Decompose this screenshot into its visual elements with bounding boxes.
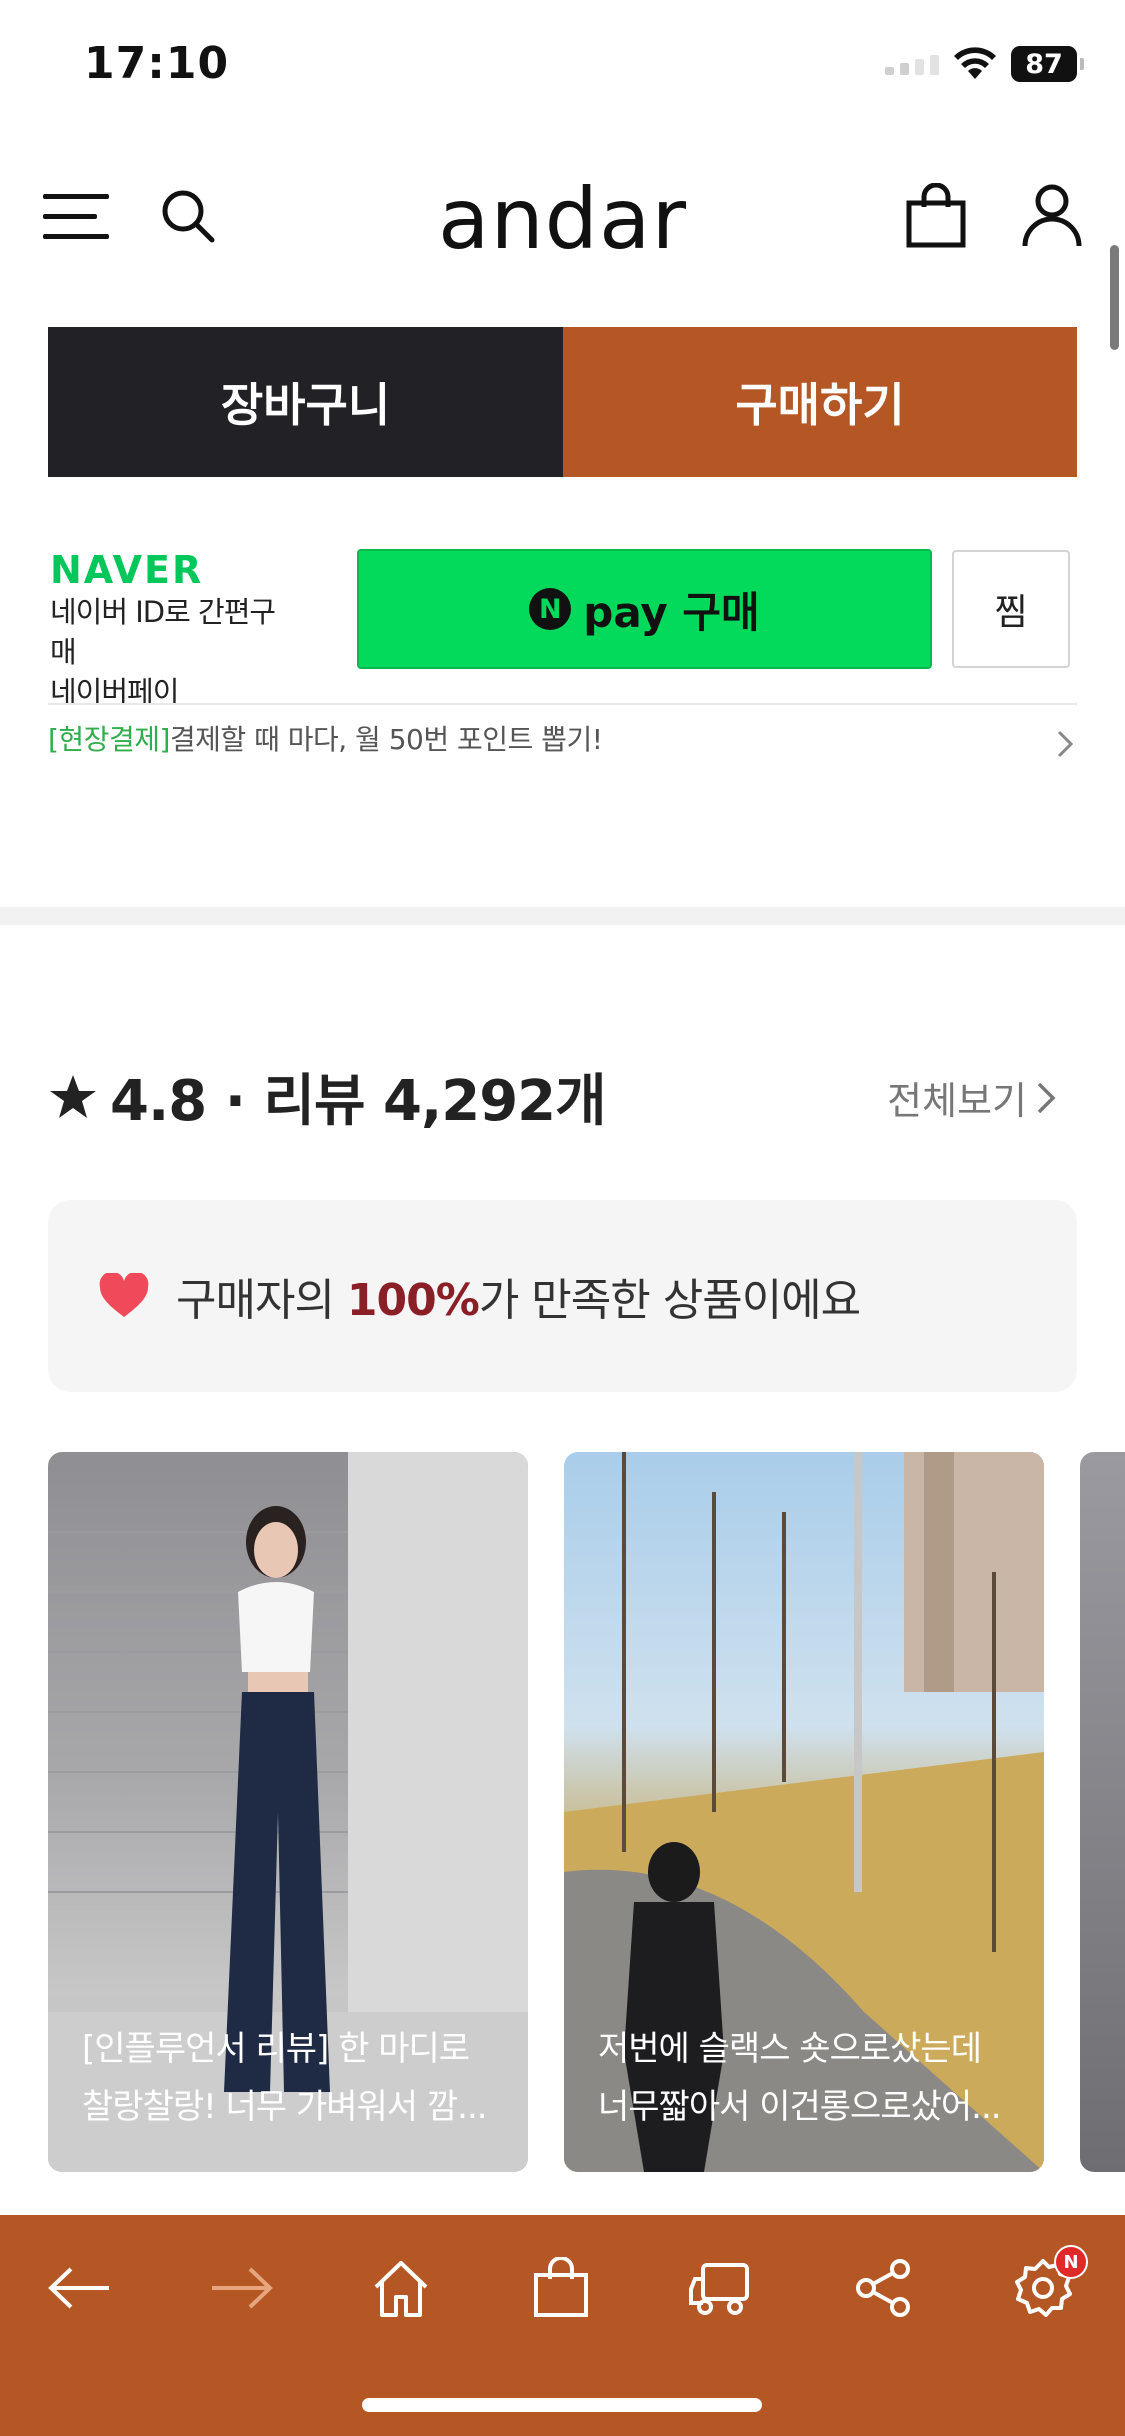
settings-icon[interactable]: N [998,2243,1088,2333]
divider [48,703,1077,705]
review-card[interactable]: 저번에 슬랙스 숏으로샀는데 너무짧아서 이건롱으로샀어... [564,1452,1044,2172]
review-caption: [인플루언서 리뷰] 한 마디로 찰랑찰랑! 너무 가벼워서 깜... [82,2020,504,2136]
share-icon[interactable] [838,2243,928,2333]
purchase-actions: 장바구니 구매하기 [48,327,1077,477]
naver-n-icon: N [529,588,572,630]
review-caption-line-2: 너무짧아서 이건롱으로샀어... [598,2087,1002,2127]
site-header: andar [0,160,1125,270]
wifi-icon [954,47,996,79]
menu-icon[interactable] [40,180,112,252]
shopping-bag-icon[interactable] [900,180,972,252]
see-all-label: 전체보기 [887,1079,1027,1123]
wishlist-button[interactable]: 찜 [952,550,1070,668]
review-card[interactable]: [인플루언서 리뷰] 한 마디로 찰랑찰랑! 너무 가벼워서 깜... [48,1452,528,2172]
satisfaction-banner: 구매자의 100%가 만족한 상품이에요 [48,1200,1077,1392]
promo-text: 결제할 때 마다, 월 50번 포인트 뽑기! [169,723,603,756]
status-bar: 17:10 87 [0,0,1125,140]
notification-badge: N [1054,2245,1088,2279]
naver-logo: NAVER [50,548,204,592]
star-icon [50,1074,96,1118]
promo-banner[interactable]: [현장결제]결제할 때 마다, 월 50번 포인트 뽑기! [48,718,603,758]
user-icon[interactable] [1016,180,1088,252]
buy-now-button[interactable]: 구매하기 [563,327,1077,477]
home-icon[interactable] [356,2243,446,2333]
add-to-cart-button[interactable]: 장바구니 [48,327,563,477]
naver-line-1: 네이버 ID로 간편구매 [50,595,276,669]
chevron-right-icon[interactable] [1055,728,1075,764]
forward-arrow-icon[interactable] [196,2243,286,2333]
naver-pay-label: pay 구매 [583,587,760,637]
satisfaction-percent: 100% [346,1275,480,1326]
status-time: 17:10 [84,38,230,89]
review-caption-line-1: 저번에 슬랙스 숏으로샀는데 [598,2029,982,2069]
naver-pay-info: NAVER 네이버 ID로 간편구매 네이버페이 [50,548,300,712]
search-icon[interactable] [152,180,224,252]
satisfaction-text: 구매자의 100%가 만족한 상품이에요 [176,1264,861,1328]
review-caption-line-1: [인플루언서 리뷰] 한 마디로 [82,2029,470,2069]
shopping-bag-icon[interactable] [516,2243,606,2333]
cellular-signal-icon [885,53,939,75]
rating-summary: 4.8 · 리뷰 4,292개 [48,1056,607,1137]
battery-icon: 87 [1011,46,1084,82]
promo-tag: [현장결제] [48,723,170,756]
naver-line-2: 네이버페이 [50,675,179,709]
see-all-reviews-link[interactable]: 전체보기 [887,1070,1057,1125]
review-caption: 저번에 슬랙스 숏으로샀는데 너무짧아서 이건롱으로샀어... [598,2020,1020,2136]
rating-text: 4.8 · 리뷰 4,292개 [110,1069,607,1134]
review-card[interactable] [1080,1452,1125,2172]
status-icons: 87 [885,46,1084,82]
satisfaction-suffix: 가 만족한 상품이에요 [478,1275,861,1326]
naver-pay-button[interactable]: N pay 구매 [357,549,932,669]
home-indicator[interactable] [362,2398,762,2412]
scrollbar-thumb[interactable] [1110,245,1119,350]
review-carousel[interactable]: [인플루언서 리뷰] 한 마디로 찰랑찰랑! 너무 가벼워서 깜... 저번에 … [48,1452,1125,2172]
delivery-truck-icon[interactable] [677,2243,767,2333]
heart-icon [99,1273,149,1317]
satisfaction-prefix: 구매자의 [176,1275,347,1326]
review-caption-line-2: 찰랑찰랑! 너무 가벼워서 깜... [82,2087,488,2127]
back-arrow-icon[interactable] [35,2243,125,2333]
chevron-right-icon [1037,1082,1056,1113]
section-separator [0,907,1125,925]
